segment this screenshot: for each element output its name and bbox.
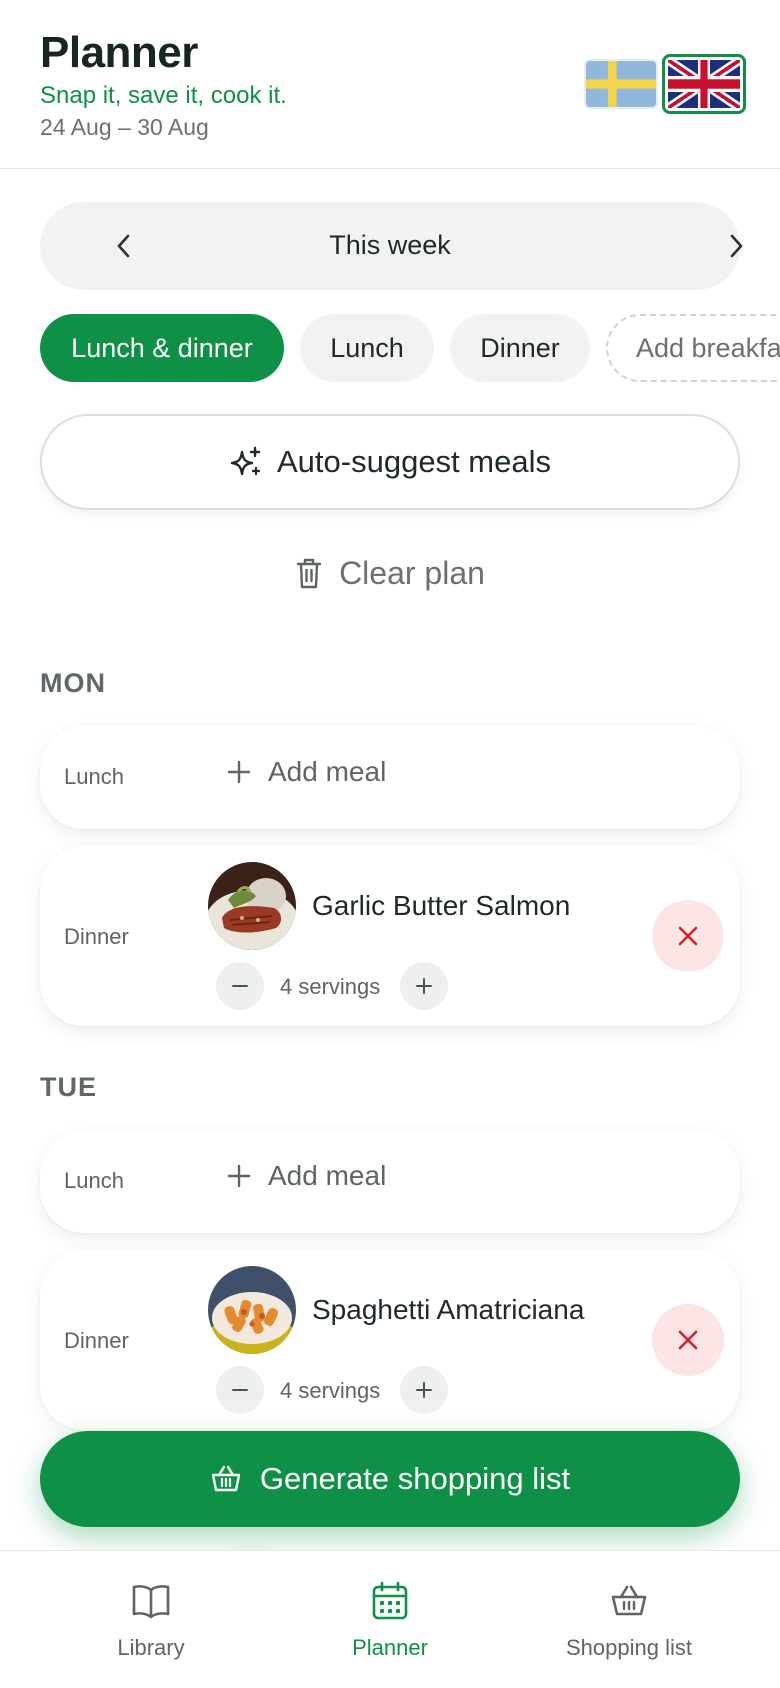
slot-label: Dinner	[64, 1328, 129, 1353]
plus-icon	[416, 1382, 432, 1398]
generate-shopping-list-label: Generate shopping list	[259, 1461, 571, 1496]
servings-count: 4 servings	[280, 974, 381, 999]
minus-icon	[232, 985, 248, 987]
generate-shopping-list-button[interactable]: Generate shopping list	[40, 1431, 740, 1527]
add-meal-button[interactable]: Add meal	[226, 1160, 386, 1192]
pasta-dish-image	[208, 1266, 296, 1354]
meal-thumbnail[interactable]	[208, 862, 296, 950]
tab-label: Library	[117, 1635, 185, 1660]
auto-suggest-button[interactable]: Auto-suggest meals	[40, 414, 740, 510]
day-heading-mon: MON	[40, 668, 106, 698]
slot-label: Lunch	[64, 1168, 124, 1193]
increase-servings-button[interactable]	[400, 962, 448, 1010]
tab-label: Shopping list	[566, 1635, 692, 1660]
salmon-dish-image	[208, 862, 296, 950]
chevron-right-icon	[730, 234, 743, 258]
chip-add-breakfast[interactable]: Add breakfast	[606, 314, 780, 382]
next-week-button[interactable]	[714, 224, 758, 268]
basket-icon	[611, 1585, 647, 1616]
clear-plan-button[interactable]: Clear plan	[0, 548, 780, 598]
page-title: Planner	[40, 28, 198, 77]
add-meal-button[interactable]: Add meal	[226, 756, 386, 788]
bottom-tab-bar: Library Planner Shopping list	[0, 1550, 780, 1688]
minus-icon	[232, 1389, 248, 1391]
meal-slot-tue-lunch: Lunch Add meal	[40, 1130, 740, 1233]
meal-name[interactable]: Garlic Butter Salmon	[312, 890, 570, 922]
add-meal-label: Add meal	[268, 756, 387, 787]
add-meal-label: Add meal	[268, 1160, 387, 1191]
meal-thumbnail[interactable]	[208, 1266, 296, 1354]
plus-icon	[416, 978, 432, 994]
calendar-icon	[372, 1581, 408, 1620]
tab-label: Planner	[352, 1635, 428, 1660]
chip-lunch[interactable]: Lunch	[300, 314, 434, 382]
chip-dinner[interactable]: Dinner	[450, 314, 590, 382]
decrease-servings-button[interactable]	[216, 962, 264, 1010]
meal-slot-mon-dinner: Dinner Garlic Butter Salmon 4 servings	[40, 846, 740, 1026]
app-header: Planner Snap it, save it, cook it. 24 Au…	[0, 0, 780, 169]
remove-meal-button[interactable]	[652, 900, 724, 972]
slot-label: Lunch	[64, 764, 124, 789]
trash-icon	[296, 558, 322, 589]
meal-filter-chips: Lunch & dinner Lunch Dinner Add breakfas…	[40, 314, 780, 382]
clear-plan-label: Clear plan	[339, 554, 485, 591]
date-range: 24 Aug – 30 Aug	[40, 114, 209, 140]
remove-meal-button[interactable]	[652, 1304, 724, 1376]
close-icon	[678, 1330, 698, 1350]
day-heading-tue: TUE	[40, 1072, 97, 1102]
sparkles-icon	[230, 446, 261, 476]
meal-name[interactable]: Spaghetti Amatriciana	[312, 1294, 584, 1326]
meal-slot-mon-lunch: Lunch Add meal	[40, 726, 740, 829]
language-english-button[interactable]	[662, 54, 746, 114]
tab-library[interactable]: Library	[51, 1579, 251, 1661]
book-icon	[132, 1585, 170, 1619]
chip-lunch-and-dinner[interactable]: Lunch & dinner	[40, 314, 284, 382]
language-swedish-button[interactable]	[584, 59, 658, 109]
uk-flag-icon	[668, 60, 740, 108]
week-navigator: This week	[40, 202, 743, 290]
tagline: Snap it, save it, cook it.	[40, 82, 287, 109]
auto-suggest-label: Auto-suggest meals	[277, 444, 551, 479]
week-label: This week	[329, 230, 451, 260]
slot-label: Dinner	[64, 924, 129, 949]
basket-icon	[211, 1465, 241, 1492]
tab-planner[interactable]: Planner	[290, 1579, 490, 1661]
close-icon	[678, 926, 698, 946]
tab-shopping-list[interactable]: Shopping list	[529, 1579, 729, 1661]
plus-icon	[227, 1164, 251, 1188]
plus-icon	[227, 760, 251, 784]
sweden-flag-icon	[586, 61, 656, 107]
